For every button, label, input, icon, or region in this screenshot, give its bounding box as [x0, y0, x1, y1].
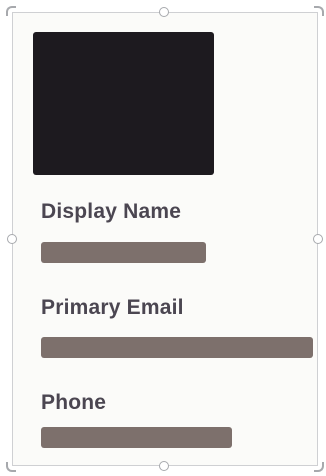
display-name-label: Display Name [41, 200, 182, 223]
resize-handle-right[interactable] [313, 234, 323, 244]
profile-photo-placeholder[interactable] [33, 32, 214, 175]
resize-handle-left[interactable] [7, 234, 17, 244]
primary-email-value-placeholder [41, 337, 313, 358]
phone-label: Phone [41, 391, 107, 414]
primary-email-label: Primary Email [41, 296, 184, 319]
phone-value-placeholder [41, 427, 232, 448]
display-name-value-placeholder [41, 242, 206, 263]
resize-handle-bottom-right[interactable] [314, 462, 324, 472]
resize-handle-top[interactable] [159, 7, 169, 17]
resize-handle-bottom[interactable] [159, 461, 169, 471]
resize-handle-bottom-left[interactable] [6, 462, 16, 472]
resize-handle-top-right[interactable] [314, 6, 324, 16]
resize-handle-top-left[interactable] [6, 6, 16, 16]
